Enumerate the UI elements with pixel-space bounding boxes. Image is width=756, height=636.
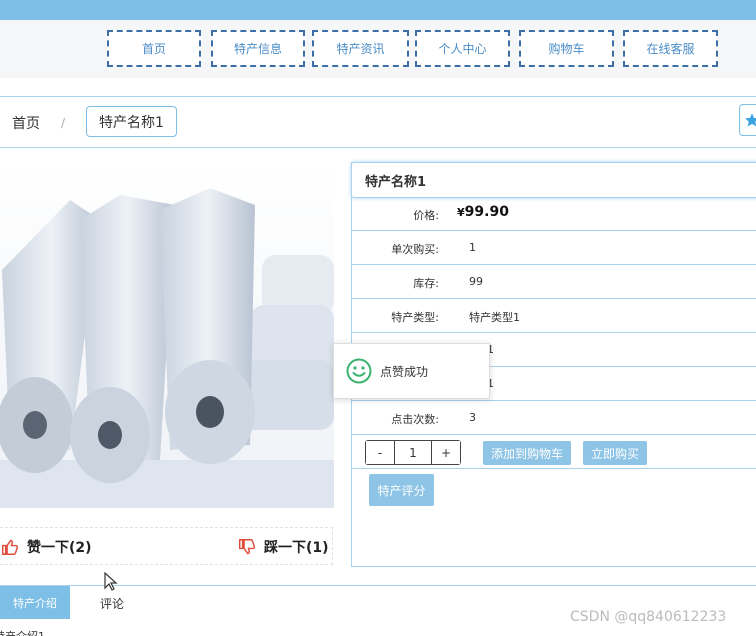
increase-button[interactable]: +	[432, 441, 460, 464]
tab-intro[interactable]: 特产介绍	[0, 586, 70, 619]
info-label: 单次购买:	[391, 243, 439, 256]
thumbs-up-icon	[2, 539, 19, 555]
review-button[interactable]: 特产评分	[369, 474, 434, 506]
quantity-input[interactable]: 1	[394, 441, 432, 464]
info-value: 99	[469, 275, 483, 288]
breadcrumb-separator: /	[61, 116, 66, 130]
toast-message: 点赞成功	[380, 364, 429, 379]
smile-icon	[346, 358, 372, 384]
info-row: 单次购买: 1	[351, 231, 756, 265]
dislike-button[interactable]: 踩一下(1)	[238, 537, 329, 557]
nav-home[interactable]: 首页	[107, 30, 201, 67]
info-row: 点击次数: 3	[351, 401, 756, 435]
add-to-cart-button[interactable]: 添加到购物车	[483, 441, 571, 465]
nav-cart[interactable]: 购物车	[519, 30, 614, 67]
favorite-button[interactable]	[739, 104, 756, 136]
buy-now-button[interactable]: 立即购买	[583, 441, 647, 465]
nav-customer-service[interactable]: 在线客服	[623, 30, 718, 67]
info-row: 特产类型: 特产类型1	[351, 299, 756, 333]
breadcrumb-home[interactable]: 首页	[12, 113, 40, 133]
decrease-button[interactable]: -	[366, 441, 394, 464]
price-row: 价格: ¥99.90	[351, 197, 756, 231]
watermark: CSDN @qq840612233	[570, 609, 727, 625]
price-value: ¥99.90	[457, 204, 509, 220]
mouse-cursor-icon	[104, 572, 118, 591]
nav-user-center[interactable]: 个人中心	[415, 30, 510, 67]
info-row: 库存: 99	[351, 265, 756, 299]
info-label: 点击次数:	[391, 413, 439, 426]
product-title: 特产名称1	[351, 162, 756, 198]
info-value: 特产类型1	[469, 311, 520, 324]
nav-products[interactable]: 特产信息	[211, 30, 305, 67]
toast: 点赞成功	[333, 343, 490, 399]
dislike-label: 踩一下(1)	[264, 540, 329, 556]
like-label: 赞一下(2)	[27, 540, 92, 556]
info-label: 特产类型:	[391, 311, 439, 324]
nav-news[interactable]: 特产资讯	[312, 30, 409, 67]
breadcrumb-current: 特产名称1	[86, 106, 177, 137]
top-banner	[0, 0, 756, 20]
price-label: 价格:	[413, 209, 439, 222]
info-label: 库存:	[413, 277, 439, 290]
info-value: 1	[469, 241, 476, 254]
thumbs-down-icon	[239, 539, 256, 555]
star-icon	[745, 113, 756, 127]
info-value: 3	[469, 411, 476, 424]
quantity-stepper: - 1 +	[365, 440, 461, 465]
like-button[interactable]: 赞一下(2)	[1, 537, 92, 557]
tab-comments[interactable]: 评论	[100, 595, 124, 612]
intro-text: 特产介绍1	[0, 628, 45, 636]
product-image	[0, 160, 334, 508]
nav-bar: 首页 特产信息 特产资讯 个人中心 购物车 在线客服	[0, 20, 756, 78]
